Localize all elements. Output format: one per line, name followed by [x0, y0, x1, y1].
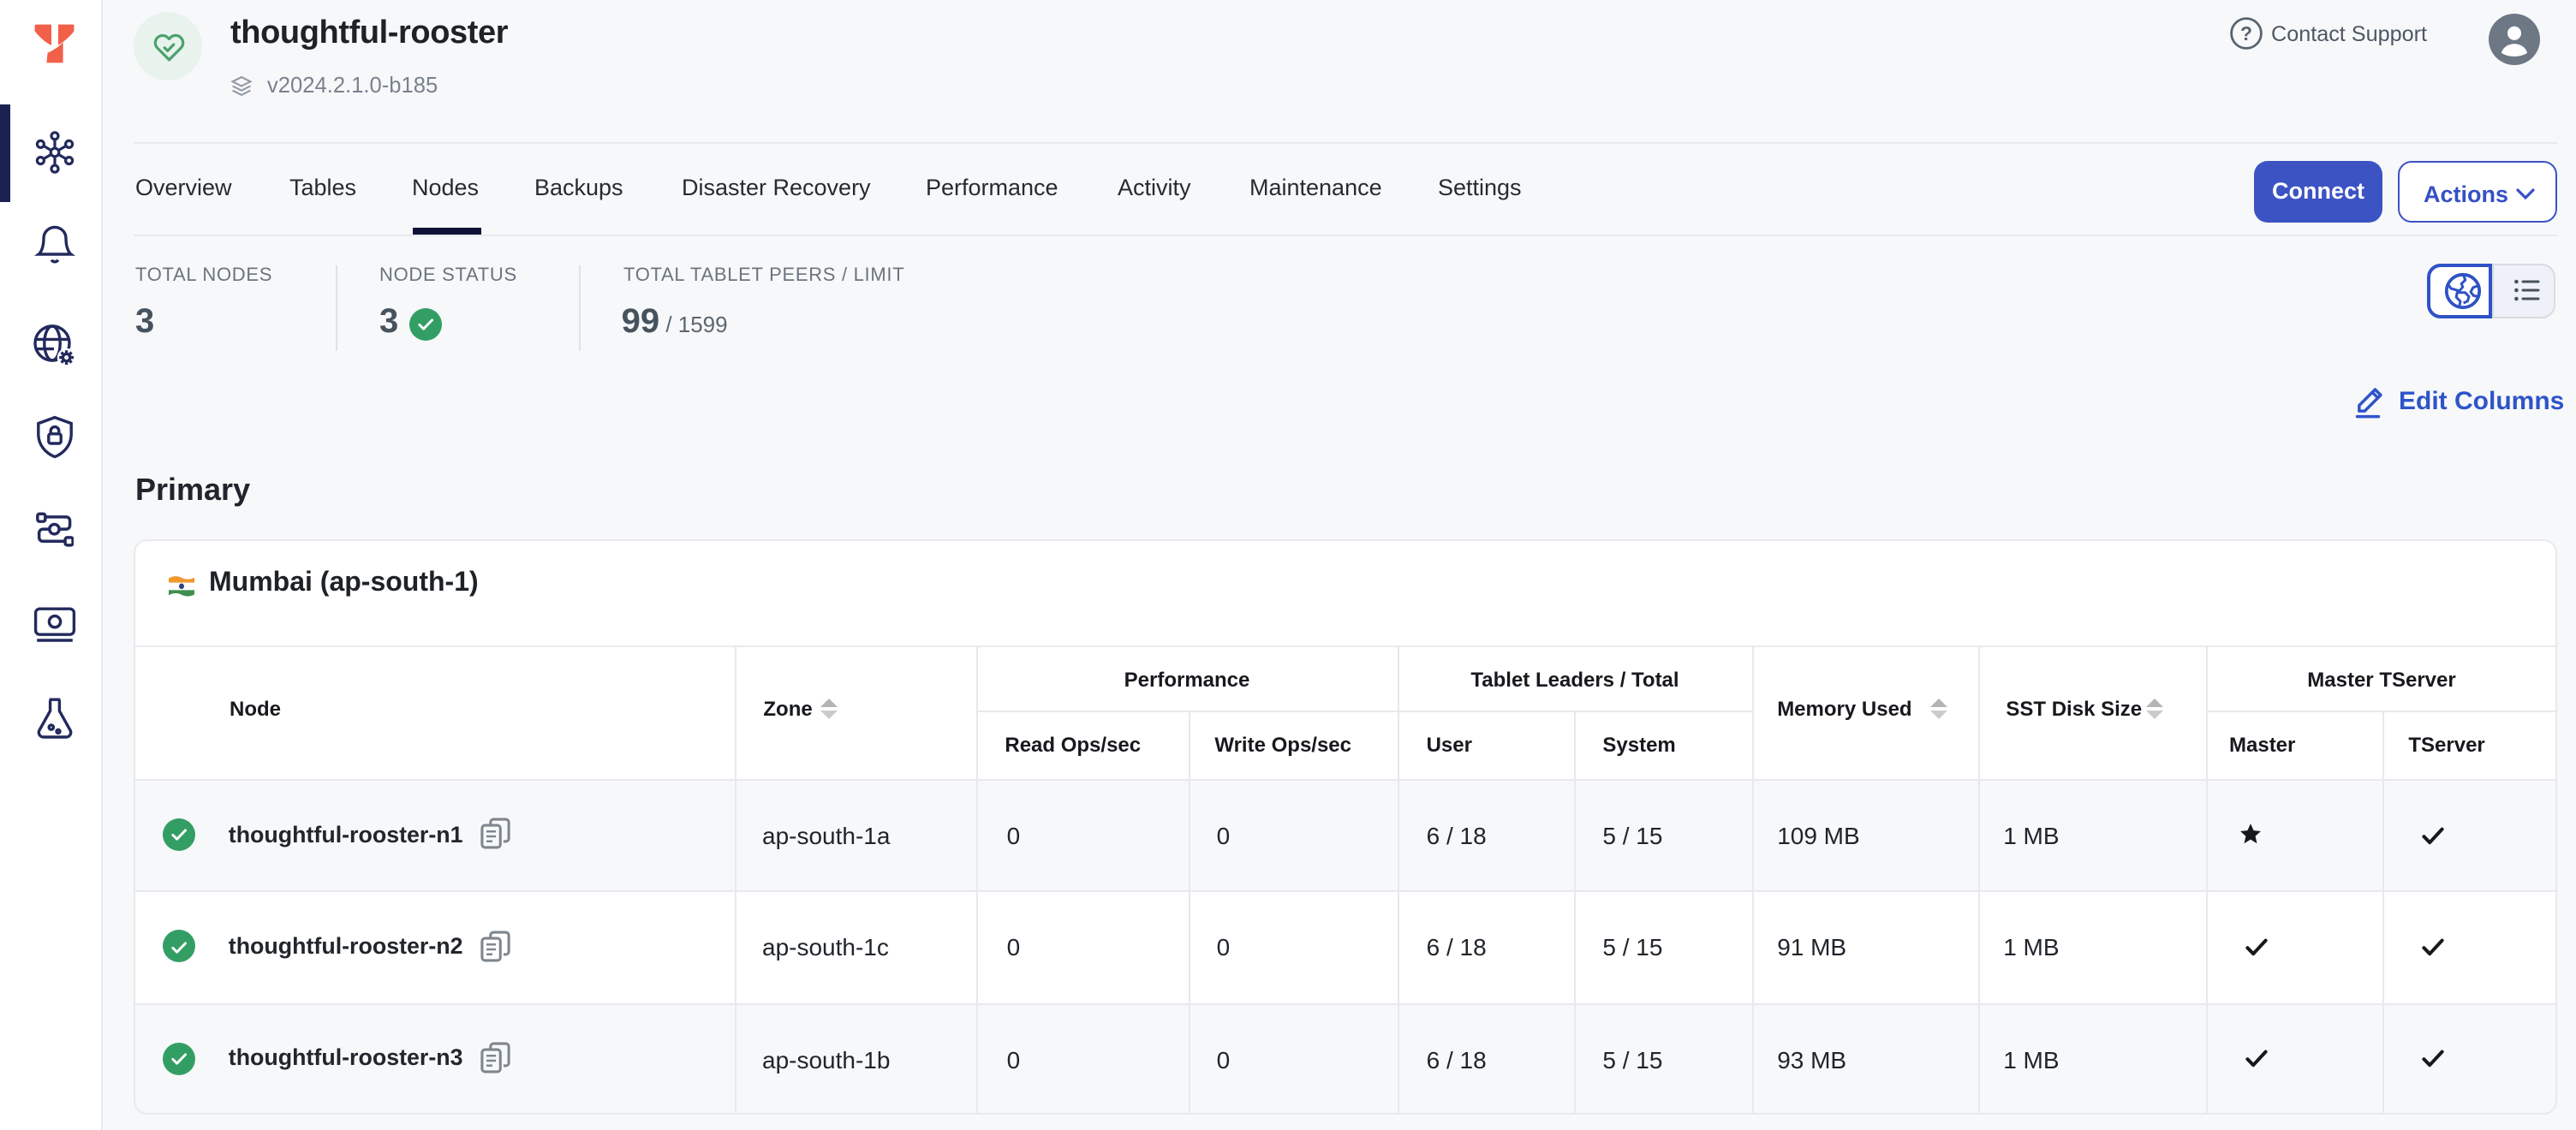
- svg-text:?: ?: [2240, 22, 2252, 45]
